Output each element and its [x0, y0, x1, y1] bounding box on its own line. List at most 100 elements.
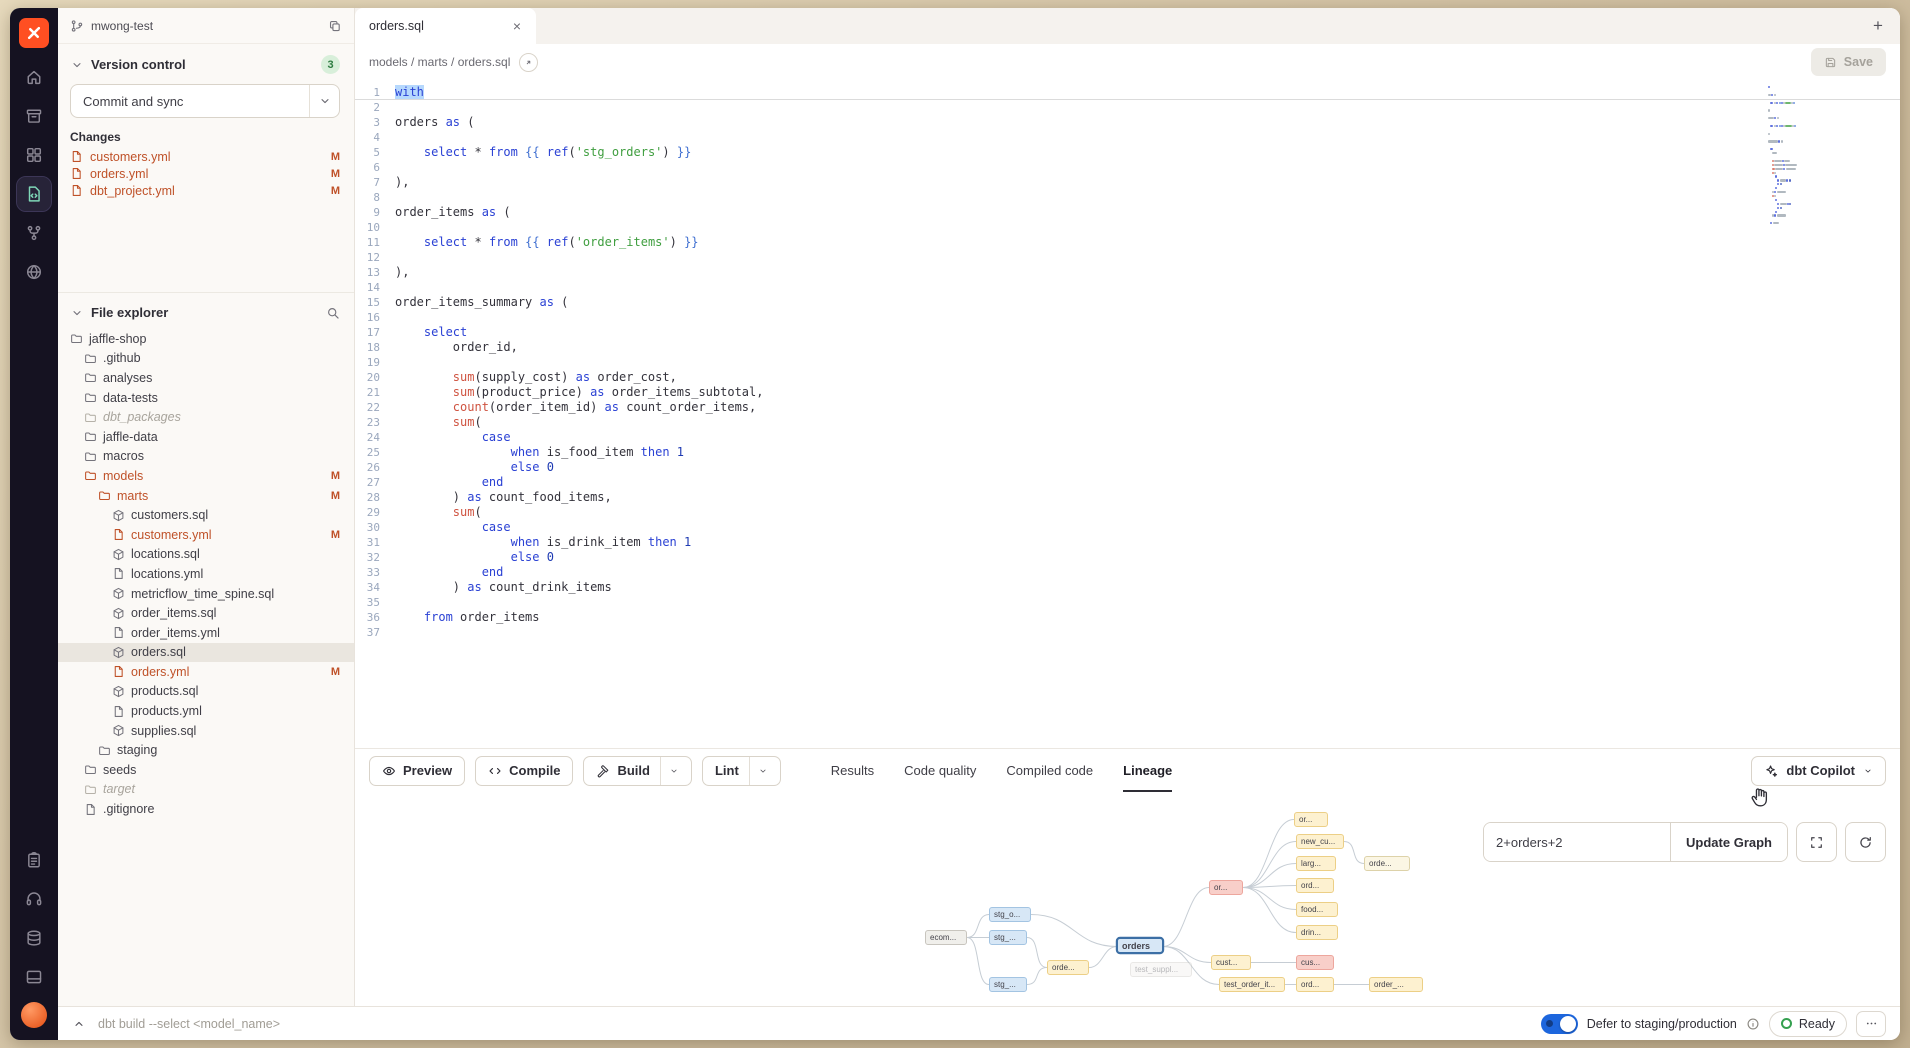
code-line[interactable]: 32 else 0 — [355, 550, 1900, 565]
code-line[interactable]: 10 — [355, 220, 1900, 235]
tree-item-staging[interactable]: staging — [58, 740, 354, 760]
dock-icon[interactable] — [17, 960, 51, 994]
code-line[interactable]: 31 when is_drink_item then 1 — [355, 535, 1900, 550]
tree-item-jaffle-data[interactable]: jaffle-data — [58, 427, 354, 447]
lineage-node[interactable]: orders — [1117, 938, 1163, 953]
changed-file-row[interactable]: dbt_project.ymlM — [58, 182, 354, 199]
build-options-chevron[interactable] — [660, 757, 679, 785]
tree-item-products.yml[interactable]: products.yml — [58, 701, 354, 721]
tree-item-orders.yml[interactable]: orders.ymlM — [58, 662, 354, 682]
search-icon[interactable] — [326, 306, 340, 320]
lineage-node[interactable]: stg_o... — [989, 907, 1031, 922]
code-line[interactable]: 9order_items as ( — [355, 205, 1900, 220]
lineage-node[interactable]: ecom... — [925, 930, 967, 945]
code-line[interactable]: 36 from order_items — [355, 610, 1900, 625]
version-control-header[interactable]: Version control 3 — [58, 44, 354, 81]
code-line[interactable]: 7), — [355, 175, 1900, 190]
tree-item-macros[interactable]: macros — [58, 447, 354, 467]
lineage-node[interactable]: orde... — [1364, 856, 1410, 871]
tree-item-locations.yml[interactable]: locations.yml — [58, 564, 354, 584]
expand-command-bar-icon[interactable] — [72, 1017, 86, 1031]
code-line[interactable]: 19 — [355, 355, 1900, 370]
fork-icon[interactable] — [17, 216, 51, 250]
code-line[interactable]: 20 sum(supply_cost) as order_cost, — [355, 370, 1900, 385]
tree-item-seeds[interactable]: seeds — [58, 760, 354, 780]
code-line[interactable]: 11 select * from {{ ref('order_items') }… — [355, 235, 1900, 250]
lineage-node[interactable]: cus... — [1296, 955, 1334, 970]
tree-item-customers.sql[interactable]: customers.sql — [58, 505, 354, 525]
tree-item-data-tests[interactable]: data-tests — [58, 388, 354, 408]
build-button[interactable]: Build — [583, 756, 692, 786]
archive-icon[interactable] — [17, 99, 51, 133]
lint-options-chevron[interactable] — [749, 757, 768, 785]
code-line[interactable]: 13), — [355, 265, 1900, 280]
lineage-node[interactable]: new_cu... — [1296, 834, 1344, 849]
lineage-node[interactable]: cust... — [1211, 955, 1251, 970]
tree-item-jaffle-shop[interactable]: jaffle-shop — [58, 329, 354, 349]
code-line[interactable]: 22 count(order_item_id) as count_order_i… — [355, 400, 1900, 415]
tree-item-marts[interactable]: martsM — [58, 486, 354, 506]
dbt-logo[interactable] — [19, 18, 49, 48]
code-line[interactable]: 6 — [355, 160, 1900, 175]
code-line[interactable]: 1with — [355, 85, 1900, 100]
lineage-node[interactable]: stg_... — [989, 930, 1027, 945]
tree-item-models[interactable]: modelsM — [58, 466, 354, 486]
tree-item-.gitignore[interactable]: .gitignore — [58, 799, 354, 819]
lineage-node[interactable]: drin... — [1296, 925, 1338, 940]
home-icon[interactable] — [17, 60, 51, 94]
code-line[interactable]: 17 select — [355, 325, 1900, 340]
tab-code-quality[interactable]: Code quality — [904, 749, 976, 792]
lineage-panel[interactable]: ecom... stg_o... stg_... stg_... orde... test… — [355, 792, 1900, 1006]
tree-item-order_items.sql[interactable]: order_items.sql — [58, 603, 354, 623]
commit-and-sync-button[interactable]: Commit and sync — [70, 84, 340, 118]
code-line[interactable]: 8 — [355, 190, 1900, 205]
refresh-graph-button[interactable] — [1845, 822, 1886, 862]
tab-orders-sql[interactable]: orders.sql × — [355, 8, 536, 44]
clipboard-icon[interactable] — [17, 843, 51, 877]
compile-button[interactable]: Compile — [475, 756, 573, 786]
code-line[interactable]: 16 — [355, 310, 1900, 325]
tree-item-customers.yml[interactable]: customers.ymlM — [58, 525, 354, 545]
lineage-node[interactable]: food... — [1296, 902, 1338, 917]
lineage-node[interactable]: order_... — [1369, 977, 1423, 992]
grid-icon[interactable] — [17, 138, 51, 172]
tree-item-analyses[interactable]: analyses — [58, 368, 354, 388]
defer-toggle[interactable] — [1541, 1014, 1578, 1034]
tab-compiled-code[interactable]: Compiled code — [1006, 749, 1093, 792]
copy-icon[interactable] — [328, 19, 342, 33]
tree-item-orders.sql[interactable]: orders.sql — [58, 643, 354, 663]
update-graph-button[interactable]: Update Graph — [1670, 823, 1787, 861]
tree-item-target[interactable]: target — [58, 780, 354, 800]
lineage-node[interactable]: orde... — [1047, 960, 1089, 975]
user-avatar[interactable] — [21, 1002, 47, 1028]
code-line[interactable]: 15order_items_summary as ( — [355, 295, 1900, 310]
code-line[interactable]: 33 end — [355, 565, 1900, 580]
code-line[interactable]: 25 when is_food_item then 1 — [355, 445, 1900, 460]
minimap[interactable] — [1768, 86, 1838, 230]
tree-item-locations.sql[interactable]: locations.sql — [58, 545, 354, 565]
tab-lineage[interactable]: Lineage — [1123, 749, 1172, 792]
status-badge[interactable]: Ready — [1769, 1011, 1847, 1037]
code-line[interactable]: 18 order_id, — [355, 340, 1900, 355]
tree-item-supplies.sql[interactable]: supplies.sql — [58, 721, 354, 741]
branch-name[interactable]: mwong-test — [91, 19, 153, 33]
lineage-node[interactable]: stg_... — [989, 977, 1027, 992]
code-line[interactable]: 30 case — [355, 520, 1900, 535]
lineage-node[interactable]: or... — [1294, 812, 1328, 827]
save-button[interactable]: Save — [1811, 48, 1886, 76]
new-tab-button[interactable]: + — [1868, 8, 1888, 44]
code-line[interactable]: 35 — [355, 595, 1900, 610]
code-line[interactable]: 12 — [355, 250, 1900, 265]
tree-item-metricflow_time_spine.sql[interactable]: metricflow_time_spine.sql — [58, 584, 354, 604]
code-line[interactable]: 14 — [355, 280, 1900, 295]
lineage-node[interactable]: test_order_it... — [1219, 977, 1285, 992]
fullscreen-button[interactable] — [1796, 822, 1837, 862]
code-line[interactable]: 29 sum( — [355, 505, 1900, 520]
code-line[interactable]: 23 sum( — [355, 415, 1900, 430]
command-input[interactable] — [98, 1017, 1529, 1031]
preview-button[interactable]: Preview — [369, 756, 465, 786]
headset-icon[interactable] — [17, 882, 51, 916]
codefile-icon[interactable] — [17, 177, 51, 211]
tab-results[interactable]: Results — [831, 749, 874, 792]
code-line[interactable]: 5 select * from {{ ref('stg_orders') }} — [355, 145, 1900, 160]
